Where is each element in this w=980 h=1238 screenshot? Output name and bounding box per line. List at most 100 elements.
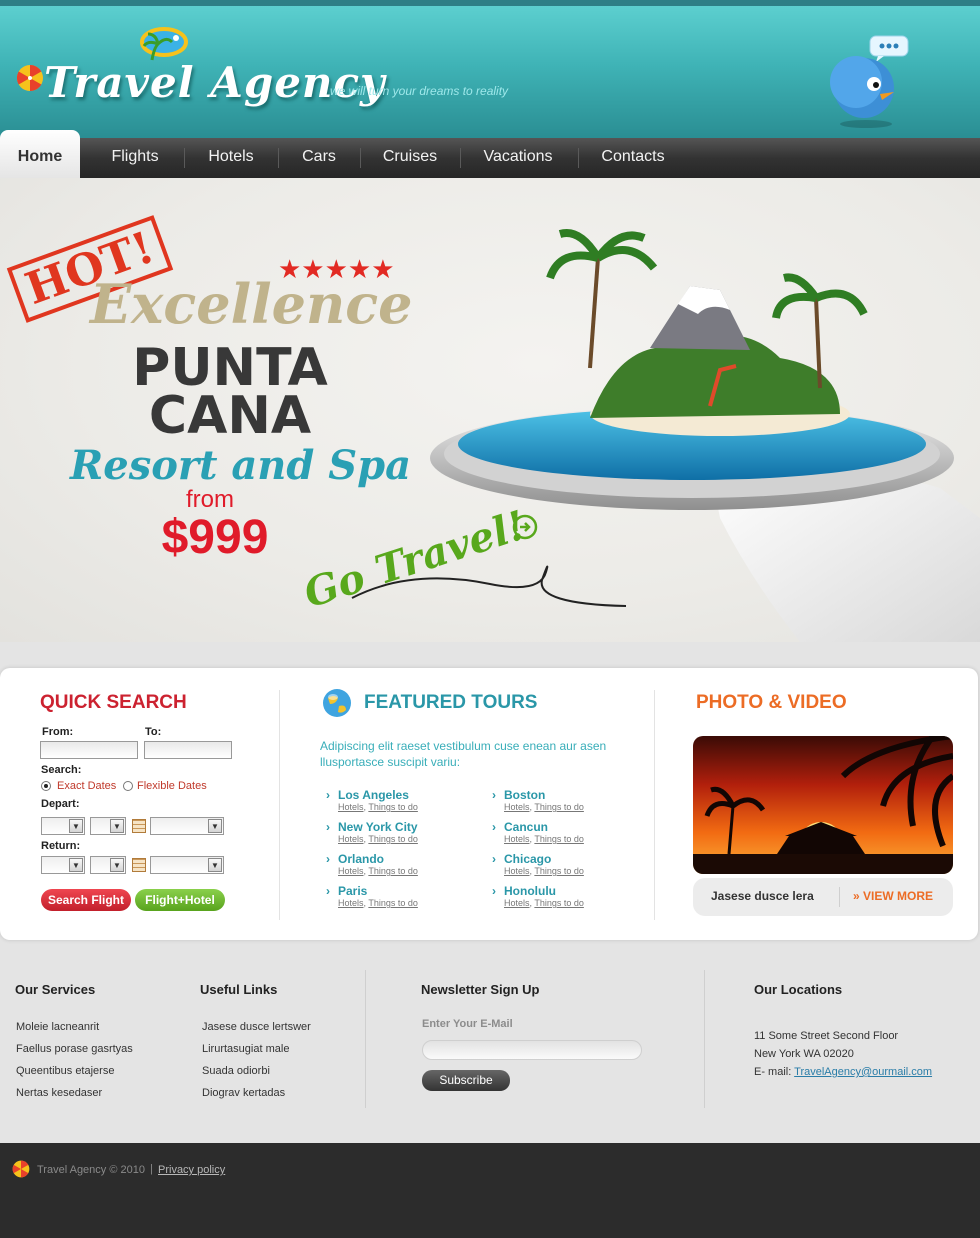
nav-vacations[interactable]: Vacations: [464, 138, 572, 178]
service-link[interactable]: Nertas kesedaser: [16, 1087, 102, 1099]
sunset-photo[interactable]: [693, 736, 953, 874]
footer-divider: [704, 970, 705, 1108]
tour-link[interactable]: Honolulu: [492, 884, 652, 898]
tour-link[interactable]: Paris: [326, 884, 486, 898]
tour-link[interactable]: Orlando: [326, 852, 486, 866]
nav-cars[interactable]: Cars: [282, 138, 356, 178]
featured-description: Adipiscing elit raeset vestibulum cuse e…: [320, 739, 607, 769]
useful-links-title: Useful Links: [200, 982, 278, 997]
footer-divider: [365, 970, 366, 1108]
things-to-do-link[interactable]: Things to do: [368, 866, 418, 876]
tour-item: Paris Hotels, Things to do: [326, 884, 486, 908]
return-day-select[interactable]: ▼: [90, 856, 126, 874]
tour-sublinks: Hotels, Things to do: [338, 802, 418, 812]
nav-cruises[interactable]: Cruises: [364, 138, 456, 178]
tour-link[interactable]: Chicago: [492, 852, 652, 866]
depart-time-select[interactable]: ▼: [150, 817, 224, 835]
chevron-down-icon: ▼: [208, 819, 222, 833]
chevron-down-icon: ▼: [110, 858, 124, 872]
newsletter-email-input[interactable]: [422, 1040, 642, 1060]
nav-contacts[interactable]: Contacts: [582, 138, 684, 178]
nav-divider: [184, 148, 185, 168]
calendar-icon[interactable]: [132, 819, 146, 833]
tour-link[interactable]: Boston: [492, 788, 652, 802]
nav-divider: [578, 148, 579, 168]
things-to-do-link[interactable]: Things to do: [534, 866, 584, 876]
depart-day-select[interactable]: ▼: [90, 817, 126, 835]
tour-item: Boston Hotels, Things to do: [492, 788, 652, 812]
email-link[interactable]: TravelAgency@ourmail.com: [794, 1066, 932, 1078]
service-link[interactable]: Queentibus etajerse: [16, 1065, 114, 1077]
tour-item: Honolulu Hotels, Things to do: [492, 884, 652, 908]
view-more-link[interactable]: » VIEW MORE: [853, 889, 933, 903]
locations-title: Our Locations: [754, 982, 843, 997]
caption-divider: [839, 887, 840, 907]
nav-hotels[interactable]: Hotels: [188, 138, 274, 178]
things-to-do-link[interactable]: Things to do: [534, 802, 584, 812]
things-to-do-link[interactable]: Things to do: [368, 802, 418, 812]
nav-divider: [278, 148, 279, 168]
newsletter-email-label: Enter Your E-Mail: [422, 1018, 513, 1030]
hotels-link[interactable]: Hotels: [338, 866, 364, 876]
services-title: Our Services: [15, 982, 96, 997]
hotels-link[interactable]: Hotels: [504, 866, 530, 876]
tour-link[interactable]: Los Angeles: [326, 788, 486, 802]
things-to-do-link[interactable]: Things to do: [368, 834, 418, 844]
return-month-select[interactable]: ▼: [41, 856, 85, 874]
things-to-do-link[interactable]: Things to do: [534, 898, 584, 908]
hotels-link[interactable]: Hotels: [504, 802, 530, 812]
bird-mascot-icon: [830, 35, 909, 128]
hero-line2: CANA: [148, 386, 312, 446]
address-line2: New York WA 02020: [754, 1048, 854, 1060]
nav-divider: [360, 148, 361, 168]
calendar-icon[interactable]: [132, 858, 146, 872]
privacy-policy-link[interactable]: Privacy policy: [158, 1164, 225, 1176]
return-label: Return:: [41, 840, 81, 852]
tour-sublinks: Hotels, Things to do: [338, 898, 418, 908]
photo-caption-bar: Jasese dusce lera » VIEW MORE: [693, 878, 953, 916]
tour-item: New York City Hotels, Things to do: [326, 820, 486, 844]
useful-link[interactable]: Lirurtasugiat male: [202, 1043, 289, 1055]
search-flight-button[interactable]: Search Flight: [41, 889, 131, 911]
service-link[interactable]: Moleie lacneanrit: [16, 1021, 99, 1033]
tour-item: Cancun Hotels, Things to do: [492, 820, 652, 844]
hotels-link[interactable]: Hotels: [338, 802, 364, 812]
useful-link[interactable]: Suada odiorbi: [202, 1065, 270, 1077]
chevron-down-icon: ▼: [208, 858, 222, 872]
service-link[interactable]: Faellus porase gasrtyas: [16, 1043, 133, 1055]
nav-divider: [460, 148, 461, 168]
column-divider: [279, 690, 280, 920]
hotels-link[interactable]: Hotels: [504, 834, 530, 844]
things-to-do-link[interactable]: Things to do: [534, 834, 584, 844]
hotels-link[interactable]: Hotels: [338, 834, 364, 844]
logo-text[interactable]: Travel Agency: [44, 58, 385, 107]
tagline: we will turn your dreams to reality: [330, 84, 509, 98]
tour-item: Chicago Hotels, Things to do: [492, 852, 652, 876]
island-tray-image: [430, 229, 980, 642]
things-to-do-link[interactable]: Things to do: [368, 898, 418, 908]
bottom-bar: Travel Agency © 2010 | Privacy policy: [0, 1143, 980, 1238]
return-time-select[interactable]: ▼: [150, 856, 224, 874]
tour-link[interactable]: New York City: [326, 820, 486, 834]
nav-flights[interactable]: Flights: [90, 138, 180, 178]
depart-month-select[interactable]: ▼: [41, 817, 85, 835]
flexible-dates-radio[interactable]: [123, 781, 133, 791]
to-input[interactable]: [144, 741, 232, 759]
useful-link[interactable]: Diograv kertadas: [202, 1087, 285, 1099]
exact-dates-label: Exact Dates: [57, 780, 117, 792]
flexible-dates-label: Flexible Dates: [137, 780, 207, 792]
hero-banner[interactable]: HOT! ★★★★★ Excellence PUNTA CANA Resort …: [0, 178, 980, 642]
useful-link[interactable]: Jasese dusce lertswer: [202, 1021, 311, 1033]
flight-hotel-button[interactable]: Flight+Hotel: [135, 889, 225, 911]
nav-home[interactable]: Home: [0, 130, 80, 178]
hotels-link[interactable]: Hotels: [338, 898, 364, 908]
tour-link[interactable]: Cancun: [492, 820, 652, 834]
tour-sublinks: Hotels, Things to do: [338, 866, 418, 876]
exact-dates-radio[interactable]: [41, 781, 51, 791]
site-header: Travel Agency we will turn your dreams t…: [0, 0, 980, 138]
photo-caption: Jasese dusce lera: [711, 889, 814, 903]
hotels-link[interactable]: Hotels: [504, 898, 530, 908]
from-input[interactable]: [40, 741, 138, 759]
subscribe-button[interactable]: Subscribe: [422, 1070, 510, 1091]
globe-icon: [323, 689, 351, 717]
